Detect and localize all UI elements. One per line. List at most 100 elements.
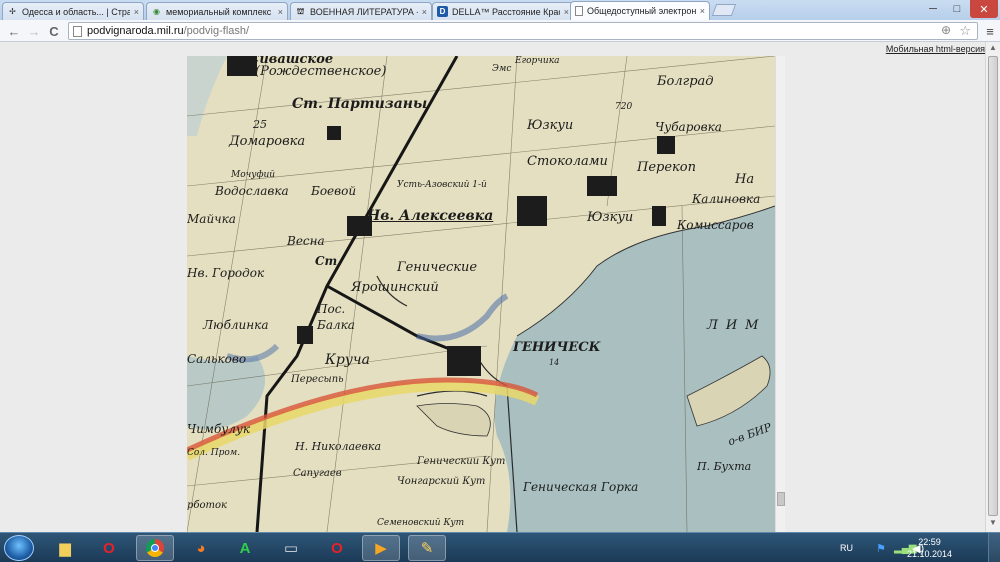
- map-label: Болград: [657, 74, 714, 89]
- map-label: Боевой: [311, 184, 357, 198]
- map-label: П. Бухта: [697, 460, 752, 473]
- tab-title: мемориальный комплекс: [166, 6, 272, 17]
- forward-button[interactable]: →: [26, 23, 42, 39]
- zoom-icon[interactable]: ⊕: [941, 23, 951, 37]
- map-label: Чонгарский Кут: [397, 476, 486, 487]
- page-scrollbar[interactable]: ▲ ▼: [985, 42, 1000, 532]
- map-label: Пересыпь: [291, 374, 344, 385]
- map-label: Ст.: [315, 254, 342, 268]
- map-label: Домаровка: [229, 134, 306, 149]
- map-label: Пос.: [317, 302, 346, 316]
- taskbar: ▆ O ◕ A ▭ O ▶ ✎ RU ⚑ ▂▄▆ ◀) 22:59 21.10.…: [0, 532, 1000, 562]
- map-label: 14: [549, 358, 560, 367]
- page-icon: [73, 26, 82, 37]
- map-label: Сальково: [187, 352, 247, 366]
- clock-time: 22:59: [918, 537, 941, 547]
- google-maps-icon: ◉: [153, 7, 160, 16]
- maximize-button[interactable]: □: [946, 0, 968, 18]
- historical-map[interactable]: Сивашское (Рождественское) Эмс Егорчика …: [187, 56, 775, 532]
- map-scrollbar[interactable]: [775, 56, 785, 532]
- opera-icon[interactable]: O: [318, 535, 356, 561]
- close-window-button[interactable]: ✕: [970, 0, 998, 18]
- tab-title: Одесса и область... | Страс: [22, 6, 130, 17]
- map-label: Водославка: [215, 184, 289, 198]
- media-player-icon[interactable]: ▶: [362, 535, 400, 561]
- close-icon[interactable]: ×: [278, 7, 283, 17]
- map-label: Геническии Кут: [417, 456, 506, 467]
- tab-title: Общедоступный электрон: [587, 6, 696, 16]
- monitor-icon[interactable]: ▭: [272, 535, 310, 561]
- map-label: Ярошинский: [351, 280, 439, 295]
- explorer-icon[interactable]: ▆: [46, 535, 84, 561]
- screen: ✢ Одесса и область... | Страс × ◉ мемори…: [0, 0, 1000, 562]
- map-label: Н. Николаевка: [295, 440, 382, 453]
- address-domain: podvignaroda.mil.ru: [87, 25, 184, 37]
- reload-button[interactable]: C: [46, 23, 62, 39]
- tab-title: ВОЕННАЯ ЛИТЕРАТУРА --[: [310, 6, 418, 17]
- map-label: Калиновка: [692, 192, 761, 206]
- paint-icon[interactable]: ✎: [408, 535, 446, 561]
- map-label: Люблинка: [203, 318, 269, 332]
- map-label: Перекоп: [637, 160, 697, 175]
- close-icon[interactable]: ×: [422, 7, 427, 17]
- aimp-icon[interactable]: A: [226, 535, 264, 561]
- chrome-icon[interactable]: [136, 535, 174, 561]
- map-label: Майчка: [187, 212, 236, 226]
- map-label: Нв. Алексеевка: [367, 208, 494, 224]
- map-label: Балка: [317, 318, 355, 332]
- map-label: Мочуфий: [231, 170, 276, 180]
- militera-icon: ⛫: [296, 6, 305, 16]
- page-content: Мобильная html-версия Сивашское (Рождест…: [0, 42, 985, 532]
- opera-icon[interactable]: O: [90, 535, 128, 561]
- tab-odessa[interactable]: ✢ Одесса и область... | Страс ×: [2, 2, 144, 20]
- back-button[interactable]: ←: [6, 23, 22, 39]
- map-label: Геническая Горка: [523, 480, 639, 494]
- map-label: Чубаровка: [655, 120, 722, 134]
- bookmark-star-icon[interactable]: ☆: [959, 23, 971, 39]
- map-label: Юзкуи: [527, 118, 574, 133]
- tab-podvig-naroda[interactable]: Общедоступный электрон ×: [570, 1, 710, 20]
- show-desktop-button[interactable]: [988, 533, 1000, 562]
- start-button[interactable]: [4, 535, 34, 561]
- map-label: (Рождественское): [255, 64, 387, 79]
- clock-date: 21.10.2014: [906, 549, 952, 559]
- tab-voennaya-literatura[interactable]: ⛫ ВОЕННАЯ ЛИТЕРАТУРА --[ ×: [290, 2, 432, 20]
- close-icon[interactable]: ×: [564, 7, 569, 17]
- map-label: ЛИМ: [707, 318, 767, 333]
- tab-memorial[interactable]: ◉ мемориальный комплекс ×: [146, 2, 288, 20]
- mobile-version-link[interactable]: Мобильная html-версия: [886, 44, 985, 54]
- map-label: 720: [615, 102, 633, 112]
- map-label: Усть-Азовский 1-й: [397, 180, 487, 190]
- tab-title: DELLA™ Расстояние Красн: [452, 6, 560, 17]
- language-indicator[interactable]: RU: [840, 533, 853, 562]
- map-label: Сапугаев: [293, 468, 342, 479]
- map-label: рботок: [187, 500, 227, 511]
- map-scrollbar-thumb[interactable]: [777, 492, 785, 506]
- menu-icon[interactable]: ≡: [982, 23, 998, 39]
- close-icon[interactable]: ×: [134, 7, 139, 17]
- map-label: Сол. Пром.: [187, 448, 241, 458]
- scroll-down-icon[interactable]: ▼: [988, 518, 998, 530]
- page-icon: [575, 6, 583, 16]
- map-label: Генические: [397, 260, 478, 275]
- map-label: Чимбулук: [187, 422, 251, 436]
- address-bar[interactable]: podvignaroda.mil.ru/podvig-flash/ ⊕ ☆: [68, 22, 978, 40]
- scrollbar-thumb[interactable]: [988, 56, 998, 516]
- map-label: Весна: [287, 234, 325, 248]
- firefox-icon[interactable]: ◕: [182, 535, 220, 561]
- scroll-up-icon[interactable]: ▲: [988, 43, 998, 55]
- map-label: Комиссаров: [677, 218, 754, 232]
- minimize-button[interactable]: ─: [922, 0, 944, 18]
- new-tab-button[interactable]: [711, 4, 737, 16]
- flag-icon[interactable]: ⚑: [876, 533, 886, 562]
- address-path: /podvig-flash/: [183, 25, 250, 37]
- puzzle-icon: ✢: [9, 7, 16, 16]
- tab-della[interactable]: D DELLA™ Расстояние Красн ×: [432, 2, 574, 20]
- browser-toolbar: ← → C podvignaroda.mil.ru/podvig-flash/ …: [0, 20, 1000, 42]
- clock[interactable]: 22:59 21.10.2014: [907, 536, 952, 560]
- close-icon[interactable]: ×: [700, 6, 705, 16]
- map-label: Стоколами: [527, 154, 608, 169]
- tab-strip: ✢ Одесса и область... | Страс × ◉ мемори…: [0, 0, 1000, 20]
- map-label: 25: [253, 118, 267, 131]
- map-label: Семеновский Кут: [377, 518, 465, 528]
